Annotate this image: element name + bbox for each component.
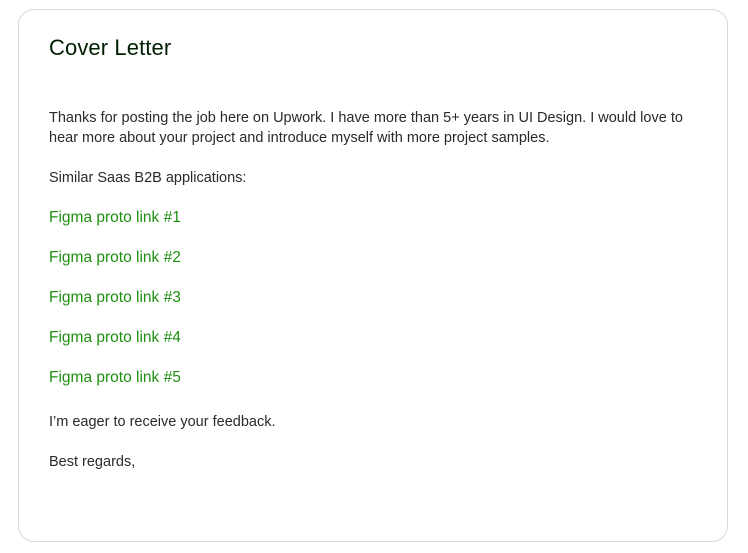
cover-letter-intro: Thanks for posting the job here on Upwor… bbox=[49, 110, 683, 146]
similar-applications-label: Similar Saas B2B applications: bbox=[49, 170, 247, 186]
figma-proto-link-4[interactable]: Figma proto link #4 bbox=[49, 328, 181, 348]
figma-proto-link-5[interactable]: Figma proto link #5 bbox=[49, 368, 181, 388]
signoff-text: Best regards, bbox=[49, 454, 136, 470]
figma-proto-link-3[interactable]: Figma proto link #3 bbox=[49, 288, 181, 308]
cover-letter-card: Cover Letter Thanks for posting the job … bbox=[18, 9, 728, 542]
closing-text: I’m eager to receive your feedback. bbox=[49, 414, 276, 430]
figma-proto-link-1[interactable]: Figma proto link #1 bbox=[49, 208, 181, 228]
figma-proto-link-2[interactable]: Figma proto link #2 bbox=[49, 248, 181, 268]
cover-letter-title: Cover Letter bbox=[49, 35, 172, 60]
